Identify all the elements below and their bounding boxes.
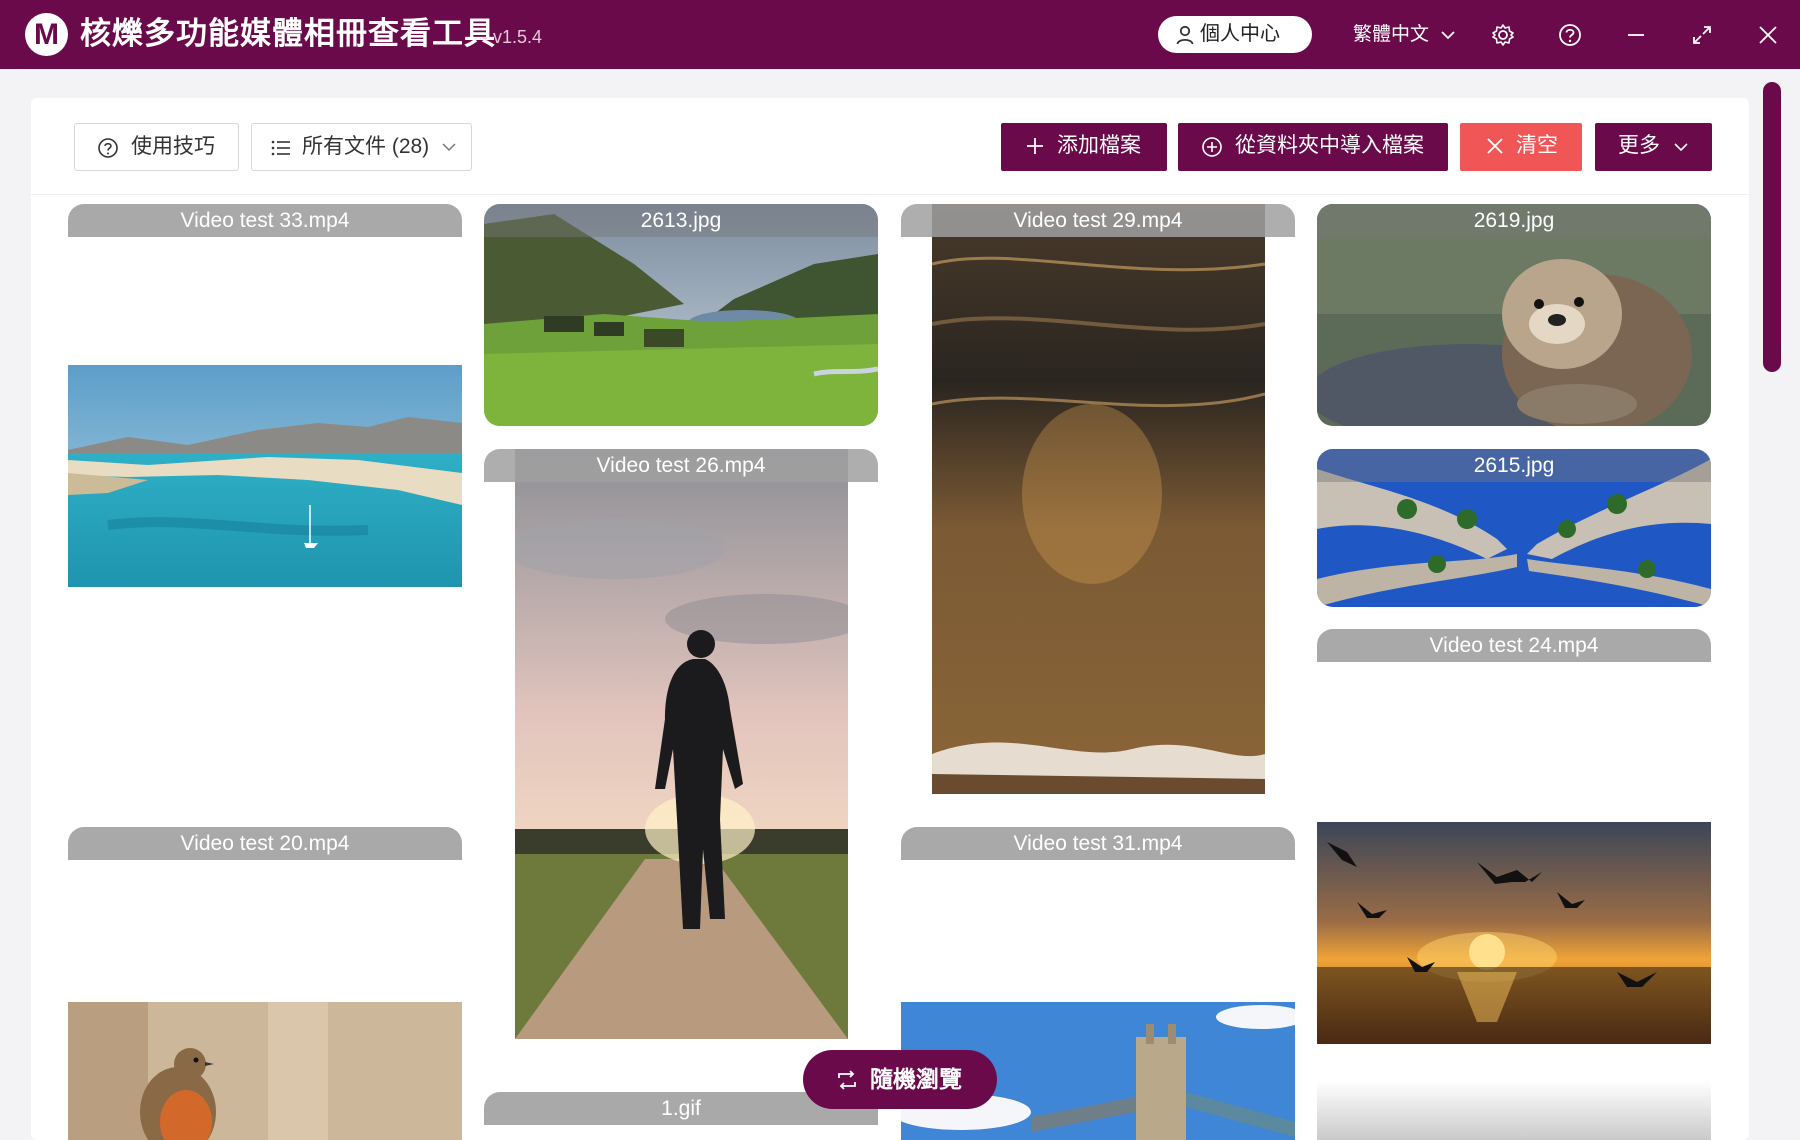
scrollbar-thumb[interactable] [1763, 82, 1781, 372]
media-caption: Video test 24.mp4 [1317, 629, 1711, 662]
media-card[interactable]: Video test 26.mp4 [484, 449, 878, 1039]
media-caption: Video test 20.mp4 [68, 827, 462, 860]
app-logo: M [25, 13, 68, 56]
list-icon [271, 140, 290, 156]
title-bar: M 核爍多功能媒體相冊查看工具 - v1.5.4 個人中心 繁體中文 [0, 0, 1800, 69]
media-card[interactable]: Video test 29.mp4 [901, 204, 1295, 794]
user-icon [1176, 25, 1194, 45]
chevron-down-icon [1674, 143, 1688, 152]
media-caption: 2619.jpg [1317, 204, 1711, 237]
maximize-icon [1693, 26, 1711, 44]
media-thumbnail[interactable]: 2613.jpg [484, 204, 878, 426]
chevron-down-icon [442, 143, 456, 152]
file-filter-select[interactable]: 所有文件 (28) [251, 123, 472, 171]
tips-button[interactable]: 使用技巧 [74, 123, 239, 171]
media-caption: Video test 26.mp4 [484, 449, 878, 482]
media-thumbnail[interactable] [1317, 1081, 1711, 1140]
minimize-button[interactable] [1621, 20, 1651, 50]
file-filter-label: 所有文件 (28) [302, 135, 430, 158]
beach-image [68, 365, 462, 587]
media-caption: Video test 33.mp4 [68, 204, 462, 237]
main-window: 使用技巧 所有文件 (28) 添加檔案 從資料夾中導入檔案 清空 更多 Vide… [0, 69, 1800, 1140]
media-caption: 2615.jpg [1317, 449, 1711, 482]
random-browse-label: 隨機瀏覽 [870, 1066, 962, 1092]
waves-image [932, 204, 1265, 794]
import-folder-button[interactable]: 從資料夾中導入檔案 [1178, 123, 1448, 171]
shuffle-icon [838, 1070, 856, 1090]
valley-image [484, 204, 878, 426]
content-panel: 使用技巧 所有文件 (28) 添加檔案 從資料夾中導入檔案 清空 更多 Vide… [31, 98, 1749, 1140]
user-center-button[interactable]: 個人中心 [1158, 16, 1312, 53]
help-icon [98, 138, 118, 158]
media-caption: Video test 29.mp4 [901, 204, 1295, 237]
media-card[interactable]: Video test 33.mp4 [68, 204, 462, 237]
user-center-label: 個人中心 [1200, 23, 1280, 45]
help-icon [1559, 24, 1581, 46]
app-version: - v1.5.4 [482, 27, 543, 47]
settings-button[interactable] [1488, 20, 1518, 50]
plus-icon [1027, 138, 1043, 154]
media-grid: Video test 33.mp4 Video test 20.mp4 2613… [31, 195, 1749, 1140]
gear-icon [1492, 24, 1514, 46]
language-select[interactable]: 繁體中文 [1353, 20, 1456, 50]
more-label: 更多 [1618, 134, 1660, 157]
media-thumbnail[interactable] [1317, 822, 1711, 1044]
robin-image [68, 1002, 462, 1140]
media-caption: 2613.jpg [484, 204, 878, 237]
add-file-button[interactable]: 添加檔案 [1001, 123, 1167, 171]
chevron-down-icon [1441, 31, 1455, 40]
media-caption: Video test 31.mp4 [901, 827, 1295, 860]
more-button[interactable]: 更多 [1595, 123, 1712, 171]
plus-circle-icon [1202, 137, 1222, 157]
otter-image [1317, 204, 1711, 426]
media-thumbnail[interactable] [68, 365, 462, 587]
toolbar: 使用技巧 所有文件 (28) 添加檔案 從資料夾中導入檔案 清空 更多 [31, 98, 1749, 195]
close-button[interactable] [1753, 20, 1783, 50]
app-title: 核爍多功能媒體相冊查看工具 [80, 16, 496, 51]
media-card[interactable]: Video test 20.mp4 [68, 827, 462, 860]
close-icon [1487, 138, 1503, 154]
media-thumbnail[interactable]: 2615.jpg [1317, 449, 1711, 607]
sunset-birds-image [1317, 822, 1711, 1044]
close-icon [1759, 26, 1777, 44]
media-thumbnail[interactable] [68, 1002, 462, 1140]
import-folder-label: 從資料夾中導入檔案 [1235, 134, 1424, 157]
media-card[interactable]: Video test 24.mp4 [1317, 629, 1711, 662]
walking-man-image [515, 449, 848, 1039]
add-file-label: 添加檔案 [1057, 134, 1141, 157]
random-browse-button[interactable]: 隨機瀏覽 [803, 1050, 997, 1109]
clear-button[interactable]: 清空 [1460, 123, 1582, 171]
tips-label: 使用技巧 [131, 135, 215, 158]
maximize-button[interactable] [1687, 20, 1717, 50]
clear-label: 清空 [1516, 134, 1558, 157]
language-label: 繁體中文 [1353, 24, 1430, 45]
minimize-icon [1628, 34, 1644, 36]
help-button[interactable] [1555, 20, 1585, 50]
media-card[interactable]: Video test 31.mp4 [901, 827, 1295, 860]
media-thumbnail[interactable]: 2619.jpg [1317, 204, 1711, 426]
